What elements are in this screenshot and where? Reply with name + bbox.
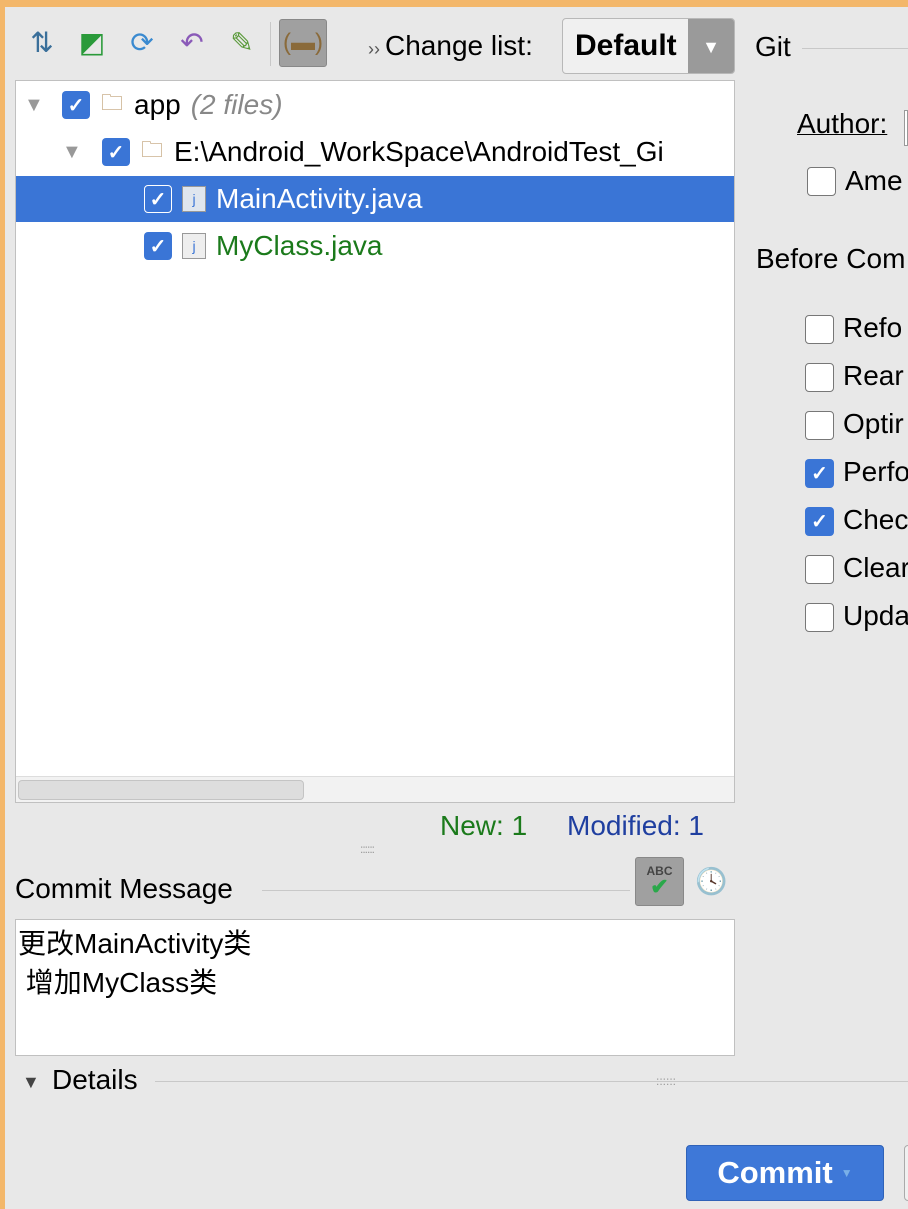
- details-label[interactable]: Details: [52, 1064, 138, 1096]
- change-list-label: ›› Change list:: [368, 30, 533, 61]
- check-icon: ✔: [650, 874, 669, 899]
- java-file-icon: j: [182, 186, 206, 212]
- scrollbar-thumb[interactable]: [18, 780, 304, 800]
- divider: [262, 890, 630, 891]
- option-label[interactable]: Rear: [843, 360, 904, 392]
- before-commit-label: Before Com: [756, 243, 906, 274]
- option-checkbox[interactable]: ✓: [805, 459, 834, 488]
- folder-icon: 🗀: [140, 137, 163, 162]
- collapse-triangle-icon[interactable]: ▼: [22, 1072, 40, 1093]
- refresh-icon[interactable]: ⟳: [125, 25, 159, 59]
- option-checkbox[interactable]: [805, 315, 834, 344]
- rollback-icon[interactable]: ↶: [175, 25, 209, 59]
- tree-label: E:\Android_WorkSpace\AndroidTest_Gi: [174, 136, 664, 167]
- horizontal-scrollbar[interactable]: [16, 776, 734, 802]
- divider: [155, 1081, 908, 1082]
- option-label[interactable]: Perfo: [843, 456, 908, 488]
- author-input[interactable]: [904, 110, 908, 146]
- checkbox[interactable]: ✓: [62, 91, 90, 119]
- chevron-down-icon[interactable]: ▼: [841, 1166, 853, 1180]
- tree-row-file[interactable]: ✓ j MyClass.java: [16, 223, 734, 269]
- amend-label[interactable]: Ame: [845, 165, 903, 197]
- commit-history-icon[interactable]: 🕓: [695, 866, 727, 897]
- checkbox[interactable]: ✓: [144, 185, 172, 213]
- tree-label: MyClass.java: [216, 230, 383, 261]
- edit-source-icon[interactable]: ✎: [225, 25, 259, 59]
- option-checkbox[interactable]: ✓: [805, 507, 834, 536]
- commit-label: Commit: [717, 1155, 833, 1190]
- splitter-handle[interactable]: ::::::: [360, 842, 375, 856]
- author-label: Author:: [797, 108, 888, 139]
- commit-message-label: Commit Message: [15, 873, 233, 904]
- window-border-left: [0, 0, 5, 1209]
- change-list-dropdown[interactable]: Default ▼: [562, 18, 735, 74]
- java-file-icon: j: [182, 233, 206, 259]
- group-by-directory-icon[interactable]: (▬): [279, 19, 327, 67]
- cancel-button[interactable]: [904, 1145, 908, 1201]
- option-checkbox[interactable]: [805, 555, 834, 584]
- move-to-changelist-icon[interactable]: ◩: [75, 25, 109, 59]
- commit-button[interactable]: Commit ▼: [686, 1145, 884, 1201]
- amend-checkbox[interactable]: [807, 167, 836, 196]
- change-list-value: Default: [575, 29, 677, 62]
- window-border-top: [0, 0, 908, 7]
- modified-count: Modified: 1: [567, 810, 704, 841]
- checkbox[interactable]: ✓: [144, 232, 172, 260]
- changes-tree[interactable]: ▼ ✓ 🗀 app (2 files) ▼ ✓ 🗀 E:\Android_Wor…: [15, 80, 735, 803]
- tree-row-module[interactable]: ▼ ✓ 🗀 app (2 files): [16, 82, 734, 128]
- commit-message-input[interactable]: 更改MainActivity类 增加MyClass类: [15, 919, 735, 1056]
- divider: [802, 48, 908, 49]
- option-checkbox[interactable]: [805, 411, 834, 440]
- git-section-title: Git: [755, 31, 791, 62]
- tree-label: app: [134, 89, 181, 120]
- spellcheck-button[interactable]: ABC ✔: [635, 857, 684, 906]
- checkbox[interactable]: ✓: [102, 138, 130, 166]
- option-label[interactable]: Refo: [843, 312, 902, 344]
- expand-triangle-icon[interactable]: ▼: [24, 94, 54, 117]
- option-checkbox[interactable]: [805, 603, 834, 632]
- option-label[interactable]: Upda: [843, 600, 908, 632]
- chevron-down-icon[interactable]: ▼: [688, 19, 734, 73]
- option-label[interactable]: Chec: [843, 504, 908, 536]
- tree-label: MainActivity.java: [216, 183, 423, 214]
- option-label[interactable]: Optir: [843, 408, 904, 440]
- option-label[interactable]: Clear: [843, 552, 908, 584]
- tree-row-directory[interactable]: ▼ ✓ 🗀 E:\Android_WorkSpace\AndroidTest_G…: [16, 129, 734, 175]
- tree-row-file[interactable]: ✓ j MainActivity.java: [16, 176, 734, 222]
- splitter-handle[interactable]: ::::::: [656, 1074, 676, 1088]
- file-count: (2 files): [190, 89, 283, 120]
- expand-triangle-icon[interactable]: ▼: [62, 141, 92, 164]
- option-checkbox[interactable]: [805, 363, 834, 392]
- show-diff-icon[interactable]: ⇅: [25, 25, 59, 59]
- toolbar-separator: [270, 22, 271, 66]
- new-count: New: 1: [440, 810, 528, 841]
- module-folder-icon: 🗀: [100, 90, 123, 115]
